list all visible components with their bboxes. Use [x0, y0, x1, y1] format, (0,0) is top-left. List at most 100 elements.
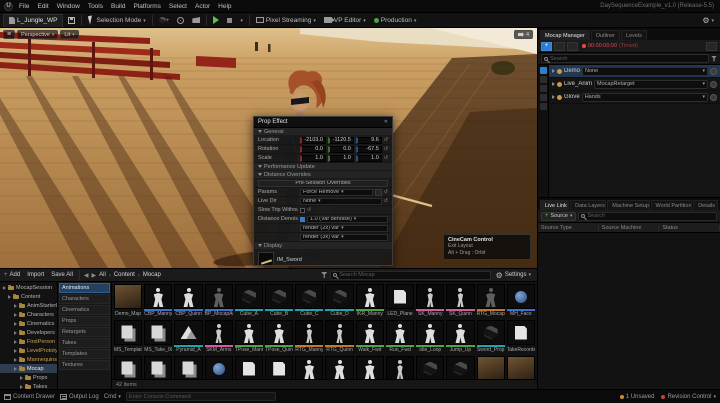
tree-row[interactable]: AnimStarterPack	[0, 301, 57, 310]
tree-row[interactable]: Developers	[0, 328, 57, 337]
sword-thumbnail[interactable]	[258, 252, 274, 266]
asset-tile[interactable]: T_Wall	[507, 356, 535, 379]
panel-tab[interactable]: Data Layers	[570, 200, 606, 210]
section-display[interactable]: Display	[254, 242, 392, 250]
asset-tile[interactable]: BP_Gate	[416, 356, 444, 379]
mocap-tool-icon[interactable]	[540, 85, 547, 92]
asset-tile[interactable]: RTG_Mocap	[477, 284, 505, 318]
tree-row[interactable]: MocapSession	[0, 283, 57, 292]
asset-tile[interactable]: Jump_Up	[446, 320, 474, 354]
menu-item[interactable]: Window	[53, 3, 84, 10]
asset-tile[interactable]: Cube_C	[295, 284, 323, 318]
perspective-selector[interactable]: Perspective	[17, 30, 58, 39]
retarget-dropdown[interactable]: None	[582, 67, 708, 76]
asset-tile[interactable]: Sword_Prop	[477, 320, 505, 354]
menu-item[interactable]: Help	[214, 3, 235, 10]
rotation-y-field[interactable]: 0.0	[328, 146, 354, 153]
asset-tile[interactable]: LED_Plane	[386, 284, 414, 318]
asset-tile[interactable]: AS_Run	[356, 356, 384, 379]
denoiser-checkbox[interactable]	[300, 217, 305, 222]
asset-tile[interactable]: MH_Face	[507, 284, 535, 318]
blueprints-button[interactable]	[174, 14, 187, 26]
triangle-right-icon[interactable]	[14, 367, 17, 371]
camera-speed-button[interactable]: 4	[514, 30, 533, 39]
asset-tile[interactable]: RTG_Manny	[295, 320, 323, 354]
mocap-tool-icon[interactable]	[540, 76, 547, 83]
scale-z-field[interactable]: 1.0	[356, 155, 382, 162]
folder-list-item[interactable]: Templates	[59, 349, 110, 359]
asset-tile[interactable]: CBP_Quinn	[174, 284, 202, 318]
asset-tile[interactable]: AS_Idle	[295, 356, 323, 379]
asset-tile[interactable]: Run_Fwd	[386, 320, 414, 354]
mocap-add-button[interactable]: +	[541, 42, 552, 51]
params-dropdown[interactable]: Force Remove	[300, 189, 373, 196]
asset-tile[interactable]: MS_Take_001	[144, 320, 172, 354]
asset-tile[interactable]: SK_Manny	[416, 284, 444, 318]
folder-list-item[interactable]: Retargets	[59, 327, 110, 337]
asset-tile[interactable]: Lvl_Seq_A	[235, 356, 263, 379]
mode-selector[interactable]: Selection Mode	[85, 14, 148, 26]
import-button[interactable]: Import	[25, 270, 46, 281]
user-badge-icon[interactable]	[710, 81, 717, 88]
denoiser-dropdown[interactable]: 1.0 (Var denoise)	[307, 216, 388, 223]
tree-row[interactable]: Mocap	[0, 364, 57, 373]
pixel-streaming-button[interactable]: Pixel Streaming	[253, 14, 319, 26]
asset-tile[interactable]: Idle_Loop	[416, 320, 444, 354]
user-badge-icon[interactable]	[710, 68, 717, 75]
mocap-tool-icon[interactable]	[540, 67, 547, 74]
tree-row[interactable]: Props	[0, 373, 57, 382]
breadcrumb-content[interactable]: Content	[114, 272, 135, 278]
viewport-menu-button[interactable]	[3, 30, 15, 39]
reset-icon[interactable]	[384, 137, 388, 143]
folder-list-item[interactable]: Textures	[59, 360, 110, 370]
reset-icon[interactable]	[384, 146, 388, 152]
retarget-dropdown[interactable]: MocapRetarget	[594, 80, 708, 89]
panel-tab[interactable]: Outliner	[591, 30, 620, 40]
section-general[interactable]: General	[254, 128, 392, 136]
triangle-right-icon[interactable]	[14, 349, 17, 353]
mocap-subject-row[interactable]: Glove Hands	[549, 91, 720, 104]
triangle-right-icon[interactable]	[14, 304, 17, 308]
asset-tile[interactable]: MS_Template	[114, 320, 142, 354]
folder-list-item[interactable]: Takes	[59, 338, 110, 348]
forward-arrow-icon[interactable]: ▶	[92, 272, 97, 279]
asset-tile[interactable]: SKM_Arms	[205, 320, 233, 354]
unsaved-indicator[interactable]: 1 Unsaved	[620, 394, 655, 400]
mocap-subject-row[interactable]: Live_Anim MocapRetarget	[549, 78, 720, 91]
live-dir-dropdown[interactable]: None	[300, 198, 382, 205]
asset-tile[interactable]: Take_01	[114, 356, 142, 379]
rotation-z-field[interactable]: -67.5	[356, 146, 382, 153]
content-drawer-button[interactable]: Content Drawer	[4, 394, 55, 400]
asset-tile[interactable]: BP_MocapActor	[205, 284, 233, 318]
section-performance[interactable]: Performance Update	[254, 163, 392, 171]
asset-tile[interactable]: Cube_D	[325, 284, 353, 318]
triangle-right-icon[interactable]	[14, 358, 17, 362]
production-button[interactable]: Production	[371, 14, 420, 26]
tree-row[interactable]: FirstPerson	[0, 337, 57, 346]
back-arrow-icon[interactable]: ◀	[84, 272, 89, 279]
section-distance[interactable]: Distance Overrides	[254, 171, 392, 179]
reset-icon[interactable]	[307, 207, 311, 213]
menu-item[interactable]: File	[15, 3, 33, 10]
triangle-right-icon[interactable]	[14, 322, 17, 326]
viewport-3d[interactable]: Perspective Lit 4	[0, 28, 537, 268]
revision-control-button[interactable]: Revision Control	[661, 394, 716, 400]
folder-list-item[interactable]: Cinematics	[59, 305, 110, 315]
pre-session-overrides-button[interactable]: Pre-Session Overrides	[258, 180, 388, 187]
mocap-options-button[interactable]	[706, 42, 717, 51]
rotation-x-field[interactable]: 0.0	[300, 146, 326, 153]
panel-tab[interactable]: Machine Setup	[607, 200, 649, 210]
cinematics-button[interactable]	[189, 14, 203, 26]
scale-x-field[interactable]: 1.0	[300, 155, 326, 162]
mocap-subject-row[interactable]: Demo None	[549, 65, 720, 78]
add-actor-button[interactable]	[156, 14, 173, 26]
slow-trip-checkbox[interactable]	[300, 208, 305, 213]
menu-item[interactable]: Platforms	[129, 3, 164, 10]
breadcrumb-mocap[interactable]: Mocap	[143, 272, 161, 278]
output-log-button[interactable]: Output Log	[60, 394, 99, 400]
folder-list-item[interactable]: Props	[59, 316, 110, 326]
render-var-dropdown-2[interactable]: render (3x) var	[300, 234, 388, 241]
mocap-search-input[interactable]	[550, 56, 706, 62]
cmd-selector[interactable]: Cmd	[104, 394, 121, 400]
triangle-right-icon[interactable]	[552, 82, 555, 86]
